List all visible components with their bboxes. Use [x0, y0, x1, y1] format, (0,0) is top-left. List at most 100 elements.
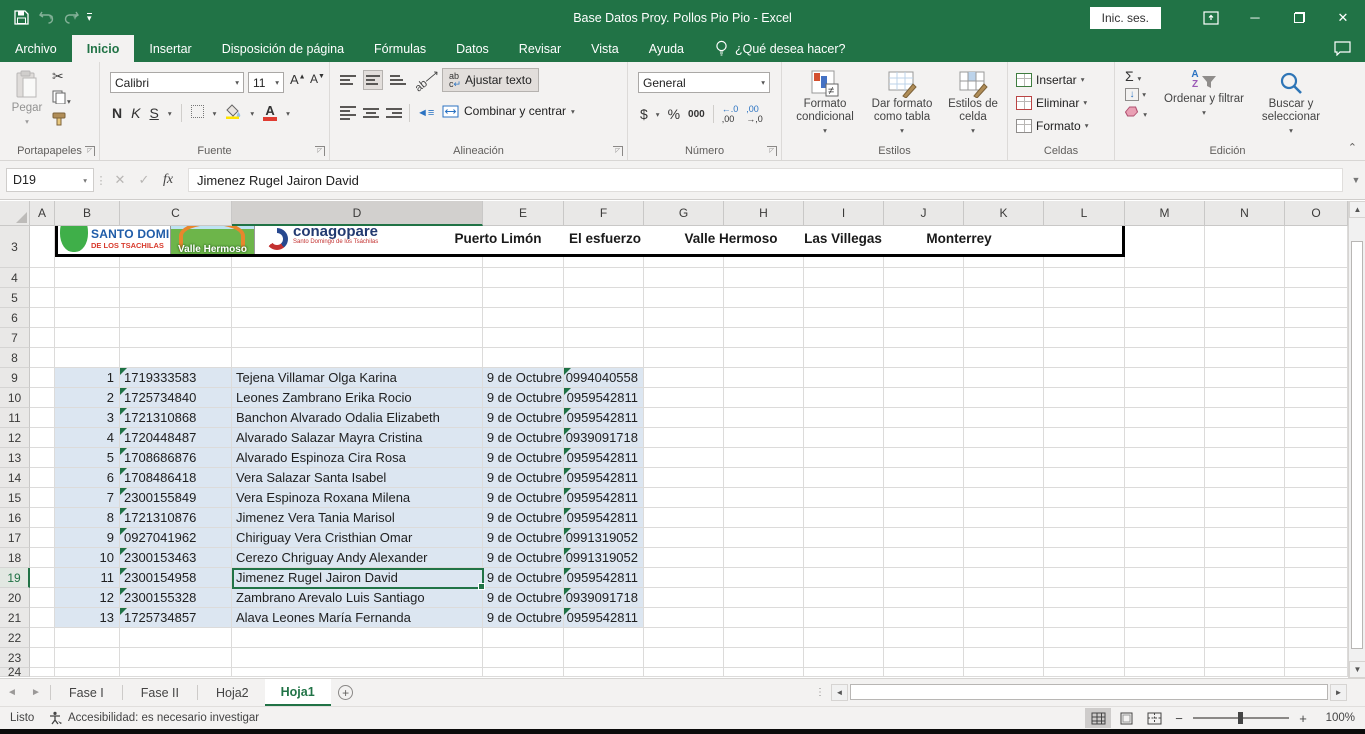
cell-E23[interactable]	[483, 648, 564, 668]
cell-I23[interactable]	[804, 648, 884, 668]
ribbon-tab-inicio[interactable]: Inicio	[72, 35, 135, 62]
cell-N4[interactable]	[1205, 268, 1285, 288]
cell-K7[interactable]	[964, 328, 1044, 348]
column-header-M[interactable]: M	[1125, 201, 1205, 226]
cell-M13[interactable]	[1125, 448, 1205, 468]
cell-O10[interactable]	[1285, 388, 1348, 408]
cell-E5[interactable]	[483, 288, 564, 308]
cell-C10[interactable]: 1725734840	[120, 388, 232, 408]
cell-C9[interactable]: 1719333583	[120, 368, 232, 388]
cell-H10[interactable]	[724, 388, 804, 408]
accessibility-checker[interactable]: Accesibilidad: es necesario investigar	[48, 711, 259, 725]
save-icon[interactable]	[14, 10, 29, 25]
sheet-tab-hoja1[interactable]: Hoja1	[265, 679, 331, 706]
cell-E19[interactable]: 9 de Octubre	[483, 568, 564, 588]
comma-style-icon[interactable]: 000	[688, 109, 705, 120]
cell-E21[interactable]: 9 de Octubre	[483, 608, 564, 628]
fill-color-icon[interactable]	[225, 104, 241, 122]
cell-A17[interactable]	[30, 528, 55, 548]
cell-E20[interactable]: 9 de Octubre	[483, 588, 564, 608]
cell-B14[interactable]: 6	[55, 468, 120, 488]
align-left-icon[interactable]	[340, 104, 356, 122]
cell-B21[interactable]: 13	[55, 608, 120, 628]
collapse-ribbon-icon[interactable]: ⌃	[1348, 141, 1357, 154]
sort-filter-button[interactable]: AZ Ordenar y filtrar▾	[1163, 70, 1245, 119]
cell-F8[interactable]	[564, 348, 644, 368]
cell-D17[interactable]: Chiriguay Vera Cristhian Omar	[232, 528, 483, 548]
sheet-tab-fase-ii[interactable]: Fase II	[125, 679, 195, 706]
cell-M5[interactable]	[1125, 288, 1205, 308]
cell-M20[interactable]	[1125, 588, 1205, 608]
cell-D12[interactable]: Alvarado Salazar Mayra Cristina	[232, 428, 483, 448]
cell-D14[interactable]: Vera Salazar Santa Isabel	[232, 468, 483, 488]
ribbon-tab-datos[interactable]: Datos	[441, 35, 504, 62]
format-as-table-button[interactable]: Dar formato como tabla▾	[864, 70, 940, 137]
cell-A7[interactable]	[30, 328, 55, 348]
customize-qat-icon[interactable]: ▾	[87, 13, 92, 23]
cell-K4[interactable]	[964, 268, 1044, 288]
row-header-8[interactable]: 8	[0, 348, 30, 368]
cell-K10[interactable]	[964, 388, 1044, 408]
cell-C4[interactable]	[120, 268, 232, 288]
cell-G5[interactable]	[644, 288, 724, 308]
cell-H13[interactable]	[724, 448, 804, 468]
cell-F12[interactable]: 0939091718	[564, 428, 644, 448]
scroll-left-icon[interactable]: ◄	[831, 684, 848, 701]
align-center-icon[interactable]	[363, 106, 379, 120]
cell-F7[interactable]	[564, 328, 644, 348]
cell-G16[interactable]	[644, 508, 724, 528]
cell-L20[interactable]	[1044, 588, 1125, 608]
cell-F22[interactable]	[564, 628, 644, 648]
row-header-18[interactable]: 18	[0, 548, 30, 568]
cell-B4[interactable]	[55, 268, 120, 288]
cell-M22[interactable]	[1125, 628, 1205, 648]
cell-H5[interactable]	[724, 288, 804, 308]
cell-D5[interactable]	[232, 288, 483, 308]
ribbon-tab-insertar[interactable]: Insertar	[134, 35, 206, 62]
cell-A18[interactable]	[30, 548, 55, 568]
cell-I18[interactable]	[804, 548, 884, 568]
cell-H6[interactable]	[724, 308, 804, 328]
zoom-in-icon[interactable]: +	[1293, 711, 1313, 726]
cell-E24[interactable]	[483, 668, 564, 677]
page-break-view-icon[interactable]	[1141, 708, 1167, 728]
ribbon-display-options-icon[interactable]	[1189, 0, 1233, 35]
scroll-down-icon[interactable]: ▼	[1349, 661, 1365, 678]
clipboard-dialog-launcher[interactable]	[85, 146, 95, 156]
zoom-level[interactable]: 100%	[1315, 712, 1355, 724]
cell-C15[interactable]: 2300155849	[120, 488, 232, 508]
cell-B18[interactable]: 10	[55, 548, 120, 568]
cell-E4[interactable]	[483, 268, 564, 288]
cell-G7[interactable]	[644, 328, 724, 348]
align-bottom-icon[interactable]	[390, 73, 406, 87]
cell-H8[interactable]	[724, 348, 804, 368]
cell-O4[interactable]	[1285, 268, 1348, 288]
cell-I13[interactable]	[804, 448, 884, 468]
cell-D6[interactable]	[232, 308, 483, 328]
insert-cells-button[interactable]: Insertar▾	[1016, 69, 1088, 90]
cell-B10[interactable]: 2	[55, 388, 120, 408]
cell-L10[interactable]	[1044, 388, 1125, 408]
cell-M18[interactable]	[1125, 548, 1205, 568]
cell-D9[interactable]: Tejena Villamar Olga Karina	[232, 368, 483, 388]
cell-D4[interactable]	[232, 268, 483, 288]
cell-D10[interactable]: Leones Zambrano Erika Rocio	[232, 388, 483, 408]
cell-F4[interactable]	[564, 268, 644, 288]
cell-B12[interactable]: 4	[55, 428, 120, 448]
scroll-right-icon[interactable]: ►	[1330, 684, 1347, 701]
column-header-B[interactable]: B	[55, 201, 120, 226]
cell-M6[interactable]	[1125, 308, 1205, 328]
cell-G14[interactable]	[644, 468, 724, 488]
cell-A4[interactable]	[30, 268, 55, 288]
cell-L23[interactable]	[1044, 648, 1125, 668]
row-header-9[interactable]: 9	[0, 368, 30, 388]
cell-A5[interactable]	[30, 288, 55, 308]
cell-A10[interactable]	[30, 388, 55, 408]
cell-M24[interactable]	[1125, 668, 1205, 677]
cell-F23[interactable]	[564, 648, 644, 668]
cell-G4[interactable]	[644, 268, 724, 288]
cell-O18[interactable]	[1285, 548, 1348, 568]
cell-B22[interactable]	[55, 628, 120, 648]
cell-K17[interactable]	[964, 528, 1044, 548]
cell-L16[interactable]	[1044, 508, 1125, 528]
